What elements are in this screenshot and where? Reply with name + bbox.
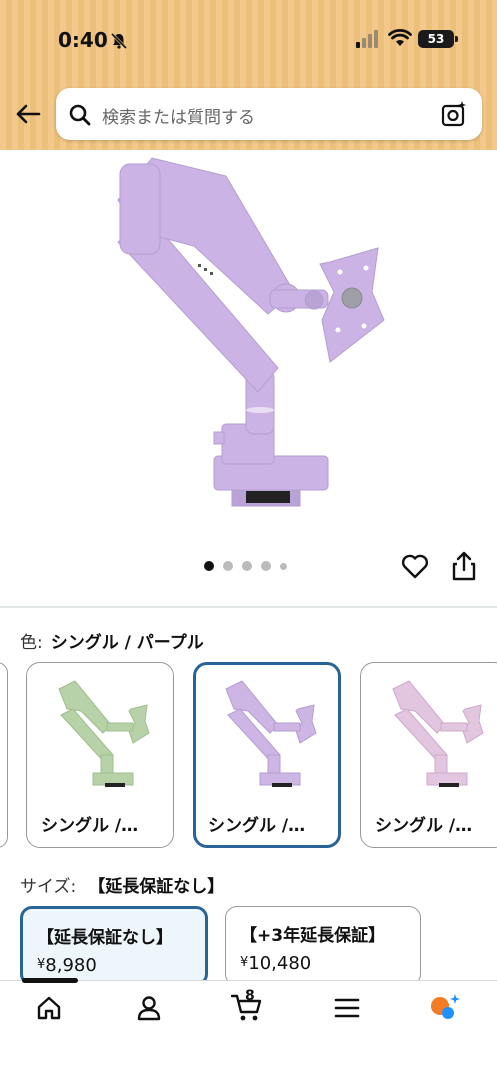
battery-indicator: 53 — [418, 30, 458, 48]
wifi-icon — [388, 29, 412, 46]
back-arrow-icon[interactable] — [14, 100, 42, 128]
cart-icon — [231, 994, 262, 1021]
heart-icon[interactable] — [400, 551, 430, 581]
search-input[interactable]: 検索または質問する — [102, 103, 255, 128]
search-icon — [69, 104, 91, 126]
active-tab-indicator — [22, 978, 78, 983]
color-swatch-purple[interactable]: シングル /… — [193, 662, 341, 848]
share-icon[interactable] — [450, 550, 478, 582]
size-value: 【延長保証なし】 — [88, 877, 225, 897]
color-label: 色: — [20, 633, 43, 653]
price-value: 10,480 — [248, 953, 312, 974]
status-time: 0:40 — [58, 28, 108, 52]
size-label: サイズ: — [20, 877, 77, 897]
pagination-dot[interactable] — [280, 562, 287, 570]
swatch-thumbnail — [225, 680, 317, 787]
tab-home[interactable] — [24, 988, 74, 1028]
pagination-dot[interactable] — [261, 561, 271, 571]
size-option-no-warranty[interactable]: 【延長保証なし】 ¥8,980 — [20, 906, 208, 986]
size-option-3yr-warranty[interactable]: 【+3年延長保証】 ¥10,480 — [225, 906, 421, 986]
tab-menu[interactable] — [322, 988, 372, 1028]
menu-icon — [334, 998, 360, 1018]
home-icon — [37, 996, 61, 1020]
color-swatch-green[interactable]: シングル /… — [26, 662, 174, 848]
pagination-dot[interactable] — [242, 561, 252, 571]
section-divider — [0, 606, 497, 608]
tab-account[interactable] — [124, 988, 174, 1028]
ai-assistant-icon — [431, 994, 460, 1019]
color-value: シングル / パープル — [50, 633, 204, 653]
size-option-title: 【延長保証なし】 — [37, 928, 173, 948]
size-selection-label: サイズ: 【延長保証なし】 — [20, 872, 224, 897]
app-header: 0:40 53 検索または質問する — [0, 0, 497, 150]
size-option-title: 【+3年延長保証】 — [240, 926, 386, 946]
cellular-signal-icon — [356, 30, 378, 48]
size-option-price: ¥10,480 — [240, 953, 311, 974]
monitor-arm-illustration — [117, 157, 385, 507]
swatch-label: シングル /… — [41, 816, 139, 836]
image-pagination[interactable] — [204, 560, 287, 572]
pagination-dot[interactable] — [223, 561, 233, 571]
tab-cart[interactable]: 8 — [222, 988, 272, 1028]
pagination-dot[interactable] — [204, 561, 214, 571]
camera-search-icon[interactable] — [440, 100, 468, 128]
size-option-price: ¥8,980 — [37, 955, 97, 976]
swatch-thumbnail — [392, 680, 484, 787]
product-image[interactable] — [0, 150, 497, 550]
color-swatch-pink[interactable]: シングル /… — [360, 662, 497, 848]
status-bar: 0:40 53 — [0, 24, 497, 60]
search-bar[interactable]: 検索または質問する — [56, 88, 482, 140]
silent-bell-icon — [110, 32, 128, 50]
swatch-label: シングル /… — [375, 816, 473, 836]
person-icon — [137, 996, 161, 1021]
swatch-label: シングル /… — [208, 816, 306, 836]
tab-rufus-assistant[interactable] — [420, 988, 470, 1028]
color-selection-label: 色: シングル / パープル — [20, 628, 204, 653]
price-value: 8,980 — [45, 955, 97, 976]
swatch-partial[interactable] — [0, 662, 8, 848]
swatch-thumbnail — [58, 680, 150, 787]
